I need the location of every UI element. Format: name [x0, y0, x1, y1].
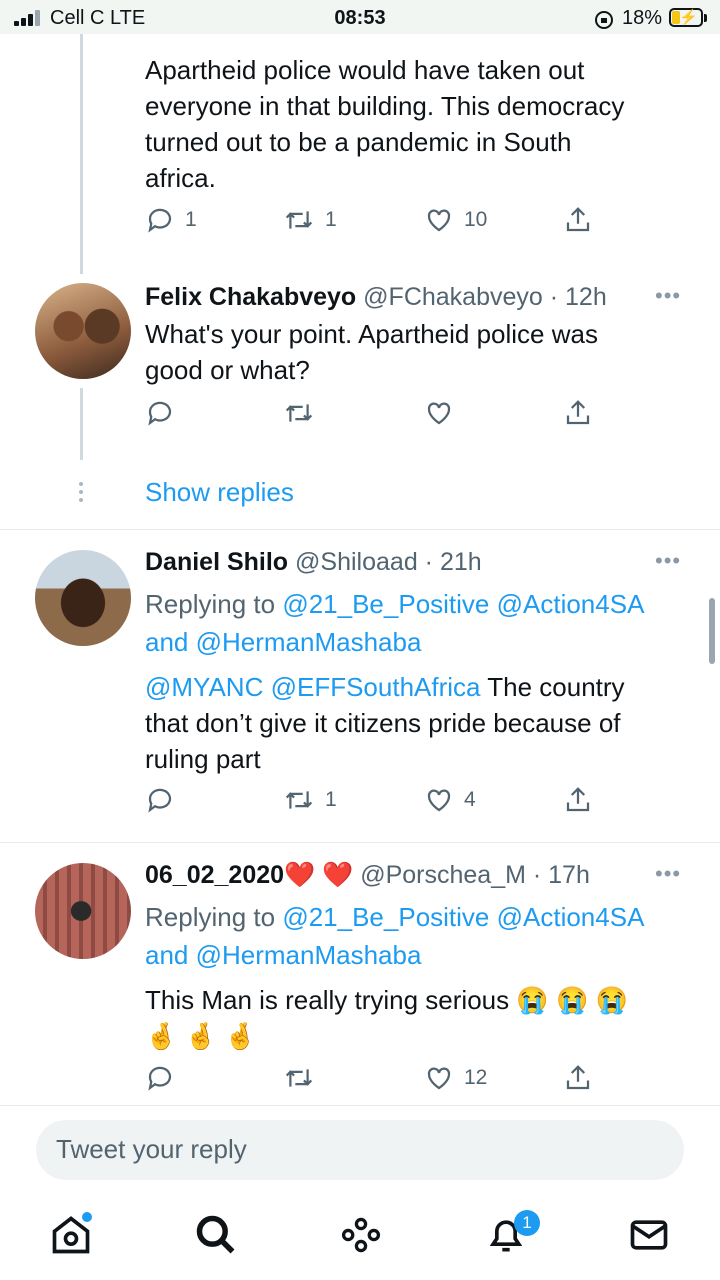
author-name[interactable]: 06_02_2020 — [145, 861, 284, 889]
show-replies-link[interactable]: Show replies — [145, 477, 294, 508]
reply-button[interactable]: 1 — [145, 205, 197, 235]
retweet-button[interactable] — [283, 1063, 315, 1093]
author-handle: @Shiloaad · 21h — [295, 548, 482, 576]
tweet-header: Felix Chakabveyo @FChakabveyo · 12h — [145, 283, 607, 312]
mention-link[interactable]: and @HermanMashaba — [145, 936, 644, 974]
reply-icon — [148, 1066, 172, 1091]
scrollbar[interactable] — [709, 598, 715, 664]
more-icon[interactable]: ••• — [655, 548, 681, 574]
avatar[interactable] — [35, 863, 131, 959]
tweet-text: Apartheid police would have taken out ev… — [145, 55, 625, 193]
like-icon — [427, 402, 451, 425]
thread-dots — [79, 482, 85, 506]
retweet-button[interactable]: 1 — [283, 785, 337, 815]
tweet-actions: 1 1 10 — [0, 205, 720, 245]
tweet-actions — [0, 398, 720, 438]
bottom-tab-bar — [0, 1195, 720, 1280]
avatar[interactable] — [35, 550, 131, 646]
like-button[interactable] — [424, 398, 454, 428]
author-handle: @Porschea_M · 17h — [360, 861, 590, 889]
avatar[interactable] — [35, 283, 131, 379]
replying-to: Replying to @21_Be_Positive @Action4SA a… — [145, 898, 644, 974]
share-button[interactable] — [563, 1063, 593, 1093]
tweet-text: This Man is really trying serious 😭 😭 😭 … — [145, 982, 628, 1054]
divider — [0, 1105, 720, 1106]
search-icon[interactable] — [194, 1213, 238, 1257]
mention-link[interactable]: @21_Be_Positive @Action4SA — [282, 902, 644, 932]
tweet-text: What's your point. Apartheid police was … — [145, 319, 598, 385]
author-name[interactable]: Felix Chakabveyo — [145, 283, 356, 311]
mention-link[interactable]: @21_Be_Positive @Action4SA — [282, 589, 644, 619]
divider — [0, 529, 720, 530]
tweet-actions: 1 4 — [0, 785, 720, 825]
crying-emoji: 😭 😭 😭 — [516, 985, 628, 1015]
mention-link[interactable]: and @HermanMashaba — [145, 623, 644, 661]
retweet-icon — [285, 1069, 313, 1087]
tweet-header: Daniel Shilo @Shiloaad · 21h — [145, 548, 482, 577]
battery-percent: 18% — [622, 7, 663, 29]
more-icon[interactable]: ••• — [655, 861, 681, 887]
spaces-icon[interactable] — [339, 1213, 383, 1257]
like-icon — [427, 1067, 451, 1090]
rotation-lock-icon — [595, 11, 613, 29]
reply-icon — [148, 208, 172, 233]
like-button[interactable]: 4 — [424, 785, 476, 815]
replying-to: Replying to @21_Be_Positive @Action4SA a… — [145, 585, 644, 661]
reply-button[interactable] — [145, 1063, 175, 1093]
share-button[interactable] — [563, 785, 593, 815]
tweet-text: @MYANC @EFFSouthAfrica The country that … — [145, 672, 625, 774]
retweet-icon — [285, 791, 313, 809]
notifications-badge: 1 — [514, 1210, 540, 1236]
tweet-actions: 12 — [0, 1063, 720, 1103]
like-button[interactable]: 12 — [424, 1063, 487, 1093]
author-handle: @FChakabveyo · 12h — [363, 283, 607, 311]
retweet-button[interactable] — [283, 398, 315, 428]
divider — [0, 842, 720, 843]
reply-button[interactable] — [145, 785, 175, 815]
tweet-header: 06_02_2020❤️ ❤️ @Porschea_M · 17h — [145, 861, 590, 890]
like-button[interactable]: 10 — [424, 205, 487, 235]
share-button[interactable] — [563, 205, 593, 235]
retweet-button[interactable]: 1 — [283, 205, 337, 235]
retweet-icon — [285, 404, 313, 422]
share-icon — [566, 787, 590, 812]
author-name[interactable]: Daniel Shilo — [145, 548, 288, 576]
share-icon — [566, 1065, 590, 1090]
like-icon — [427, 209, 451, 232]
mention-link[interactable]: @MYANC @EFFSouthAfrica — [145, 672, 481, 702]
heart-emoji: ❤️ ❤️ — [284, 861, 354, 889]
reply-icon — [148, 788, 172, 813]
more-icon[interactable]: ••• — [655, 283, 681, 309]
share-icon — [566, 400, 590, 425]
retweet-icon — [285, 211, 313, 229]
status-bar: Cell C LTE 08:53 18% ⚡ — [0, 0, 720, 34]
reply-input[interactable]: Tweet your reply — [36, 1120, 684, 1180]
battery-icon: ⚡ — [669, 8, 703, 27]
messages-icon[interactable] — [627, 1213, 671, 1257]
like-icon — [427, 789, 451, 812]
crossed-fingers-emoji: 🤞 🤞 🤞 — [145, 1021, 257, 1051]
share-button[interactable] — [563, 398, 593, 428]
reply-placeholder: Tweet your reply — [56, 1134, 247, 1164]
reply-icon — [148, 401, 172, 426]
home-unread-dot — [82, 1212, 92, 1222]
reply-button[interactable] — [145, 398, 175, 428]
share-icon — [566, 207, 590, 232]
